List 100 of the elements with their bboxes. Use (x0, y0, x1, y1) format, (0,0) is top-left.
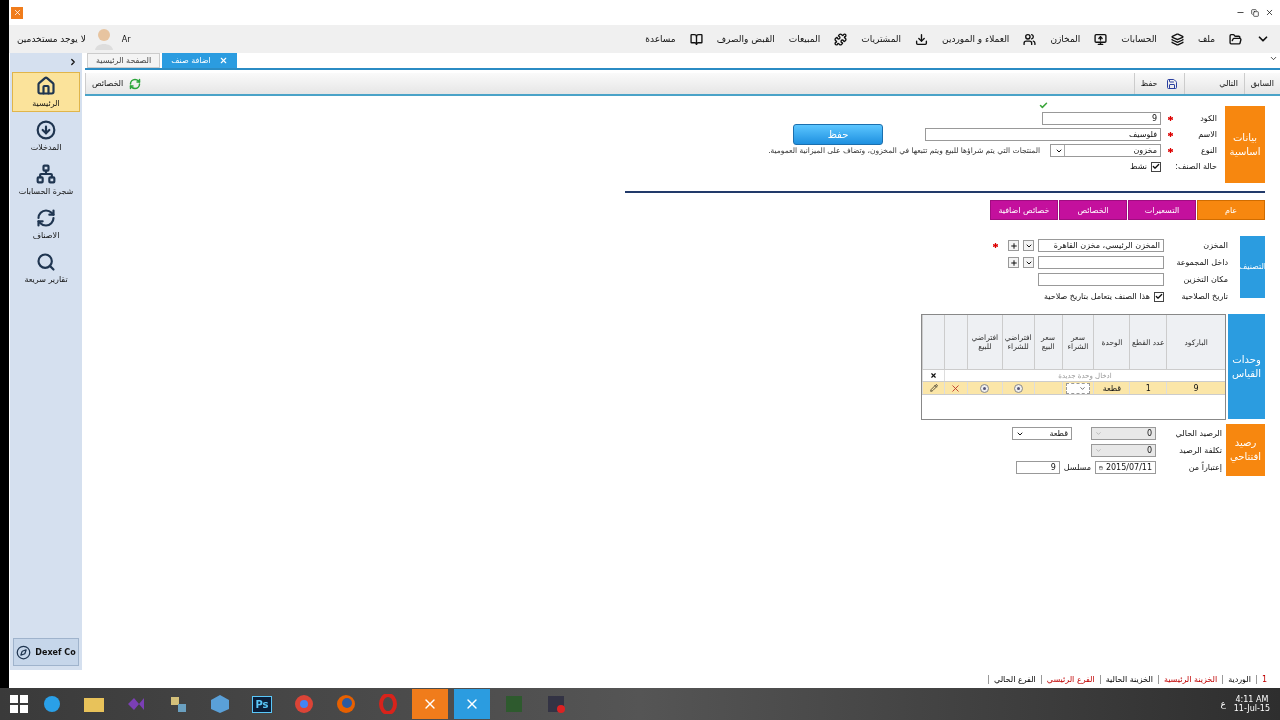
book-icon (689, 32, 703, 46)
save-button[interactable]: حفظ (1133, 73, 1184, 94)
restore-icon[interactable] (1251, 8, 1259, 17)
caret-icon (1095, 430, 1102, 437)
windows-logo-icon[interactable] (10, 695, 28, 713)
cube-icon[interactable] (210, 694, 230, 714)
menu-item[interactable]: مساعدة (645, 34, 676, 44)
type-dropdown[interactable]: مخزون (1050, 144, 1161, 157)
plus-icon (1009, 258, 1018, 267)
plus-icon (1009, 241, 1018, 250)
price-spinner[interactable] (1066, 382, 1090, 394)
menu-item[interactable]: الحسابات (1121, 34, 1157, 44)
sidebar-label: الاصناف (32, 231, 60, 240)
arrow-down-icon (36, 120, 56, 140)
section-header: التصنيف (1240, 236, 1265, 298)
section-header: رصيد افتتاحي (1226, 424, 1265, 476)
layers-icon (1170, 32, 1184, 46)
folder-icon[interactable] (84, 696, 104, 712)
status-item: الخزينة الحالية (1099, 674, 1158, 684)
serial-field[interactable]: 9 (1015, 461, 1060, 474)
field-label: المخزن (1202, 241, 1228, 250)
window-icon[interactable] (546, 694, 566, 714)
ps-icon[interactable]: Ps (252, 695, 272, 713)
form-tab[interactable]: خصائص اضافية (990, 200, 1058, 220)
table-cell: 9 (1166, 382, 1225, 394)
menu-item[interactable]: العملاء و الموردين (942, 34, 1010, 44)
status-item: الوردية (1222, 674, 1256, 684)
field-label: الاسم (1197, 130, 1217, 139)
section-header: بيانات اساسية (1225, 106, 1265, 183)
refresh-icon (36, 208, 56, 228)
field-label: إعتباراً من (1187, 463, 1222, 472)
form-tab[interactable]: الخصائص (1059, 200, 1127, 220)
sidebar-item[interactable]: الرئيسية (12, 72, 80, 112)
status-item: الخزينة الرئيسية (1157, 674, 1223, 684)
menu-item[interactable]: المشتريات (861, 34, 902, 44)
date-field[interactable]: 2015/07/11 (1095, 461, 1156, 474)
name-field[interactable]: فلوسيف (925, 128, 1161, 141)
language-label: Ar (121, 34, 131, 44)
hierarchy-icon (36, 164, 56, 184)
dropdown-button[interactable] (1023, 257, 1034, 268)
keyboard-language[interactable]: ع (1220, 699, 1226, 709)
status-item: الفرع الحالي (988, 674, 1041, 684)
sidebar-item[interactable]: المدخلات (12, 116, 80, 156)
sidebar-item[interactable]: تقارير سريعة (12, 248, 80, 288)
field-label: تاريخ الصلاحية (1180, 292, 1228, 301)
calendar-icon (1099, 463, 1103, 472)
field-label: مكان التخزين (1182, 275, 1228, 284)
properties-button[interactable]: الخصائص (85, 73, 148, 94)
clock[interactable]: 4:11 AM 11-Jul-15 (1233, 695, 1270, 713)
field-label: تكلفة الرصيد (1178, 446, 1222, 455)
table-cell: 1 (1129, 382, 1167, 394)
section-header: وحدات القياس (1228, 314, 1265, 419)
avatar-icon (93, 28, 114, 50)
previous-button[interactable]: السابق (1243, 73, 1280, 94)
users-icon (1023, 32, 1037, 46)
download-icon (915, 32, 929, 46)
document-tab[interactable]: الصفحة الرئيسية (87, 53, 161, 68)
balance-field[interactable]: 0 (1091, 427, 1156, 440)
next-button[interactable]: التالي (1183, 73, 1244, 94)
search-icon (36, 252, 56, 272)
home-icon (36, 76, 56, 96)
field-label: النوع (1200, 146, 1217, 155)
status-item: 1 (1255, 674, 1272, 684)
purchase-default-radio[interactable] (1013, 383, 1023, 393)
table-cell: قطعة (1093, 382, 1130, 394)
caret-icon[interactable] (1269, 54, 1278, 63)
chevron-right-icon[interactable] (68, 56, 78, 67)
edit-icon (929, 384, 938, 392)
check-icon (1039, 100, 1048, 110)
company-button[interactable]: Dexef Co (13, 638, 79, 666)
menu-item[interactable]: المبيعات (788, 34, 821, 44)
sale-default-radio[interactable] (980, 383, 990, 393)
field-label: داخل المجموعة (1175, 258, 1228, 267)
caret-icon (1079, 384, 1086, 392)
menu-item[interactable]: ملف (1197, 34, 1215, 44)
sidebar-item[interactable]: الاصناف (12, 204, 80, 244)
circle-icon[interactable] (294, 694, 314, 714)
menu-item[interactable]: المخازن (1050, 34, 1081, 44)
new-row-icon (929, 372, 937, 379)
tools-icon[interactable] (168, 694, 188, 714)
compass-icon (16, 644, 32, 660)
menu-item[interactable]: القبض والصرف (716, 34, 775, 44)
close-icon[interactable] (1265, 8, 1274, 17)
sidebar-item[interactable]: شجرة الحسابات (12, 160, 80, 200)
unit-dropdown[interactable]: قطعة (1012, 427, 1072, 440)
dropdown-button[interactable] (1023, 240, 1034, 251)
add-button[interactable] (1008, 257, 1019, 268)
location-field[interactable] (1038, 273, 1164, 286)
active-checkbox[interactable] (1151, 161, 1161, 172)
puzzle-icon (834, 32, 848, 46)
store-combobox[interactable]: المخزن الرئيسي، مخزن القاهرة (1038, 239, 1164, 252)
delete-icon[interactable] (950, 382, 962, 394)
cost-field[interactable]: 0 (1091, 444, 1156, 457)
field-label: الرصيد الحالي (1174, 429, 1222, 438)
add-button[interactable] (1008, 240, 1019, 251)
form-tab[interactable]: التسعيرات (1128, 200, 1196, 220)
expiry-checkbox[interactable] (1154, 291, 1164, 302)
code-field[interactable]: 9 (1042, 112, 1161, 125)
field-label: الكود (1199, 114, 1217, 123)
app-logo-icon (11, 6, 23, 19)
